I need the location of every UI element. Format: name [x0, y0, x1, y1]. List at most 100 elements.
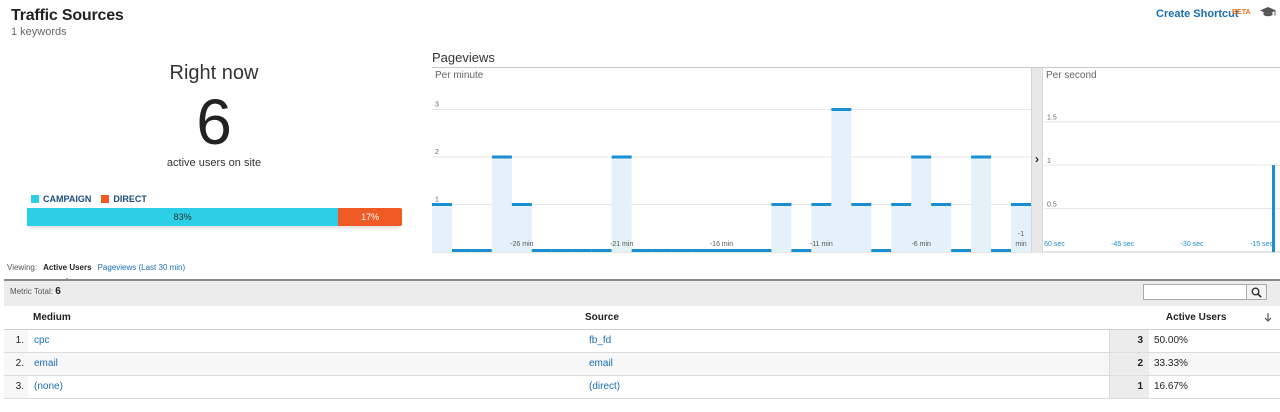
active-users-caption: active users on site — [166, 157, 262, 169]
pageviews-title: Pageviews — [432, 50, 495, 65]
source-cell: fb_fd — [585, 329, 1109, 353]
bar-fill — [971, 157, 992, 252]
bar-cap — [991, 249, 1012, 252]
metric-total-label: Metric Total: — [10, 287, 53, 296]
legend-label-direct: DIRECT — [113, 194, 147, 204]
x-tick-label: -16 min — [710, 241, 733, 248]
medium-cell: cpc — [28, 329, 585, 353]
source-header-label: Source — [585, 311, 619, 323]
tab-active-users[interactable]: Active Users — [43, 263, 92, 282]
chevron-right-icon[interactable]: › — [1030, 152, 1044, 166]
medium-header-label: Medium — [33, 311, 71, 323]
per-second-label: Per second — [1046, 70, 1097, 81]
y-tick-label: 3 — [435, 102, 439, 109]
active-users-value: 2 — [1108, 352, 1149, 376]
viewing-label: Viewing: — [7, 263, 38, 272]
y-tick-label: 0.5 — [1047, 202, 1057, 209]
bar-fill — [911, 157, 932, 252]
column-header-medium[interactable]: Medium — [4, 306, 585, 330]
right-now-title: Right now — [169, 62, 259, 84]
bar-cap — [571, 249, 592, 252]
medium-link[interactable]: email — [34, 358, 58, 369]
source-link[interactable]: (direct) — [589, 381, 620, 392]
source-link[interactable]: email — [589, 358, 613, 369]
campaign-percent: 83% — [173, 212, 192, 222]
x-tick-label-unit: min — [1015, 241, 1026, 248]
bar-cap — [731, 249, 752, 252]
active-users-percent: 16.67% — [1149, 375, 1280, 399]
bar-cap — [611, 155, 632, 159]
medium-cell: email — [28, 352, 585, 376]
y-tick-label: 1.5 — [1047, 115, 1057, 122]
bar-cap — [851, 203, 872, 206]
bar-fill — [831, 109, 852, 252]
bar-fill — [432, 204, 452, 252]
x-tick-label: -30 sec — [1181, 241, 1204, 248]
page-title: Traffic Sources — [11, 7, 124, 24]
table-row: 3. (none) (direct) 1 16.67% — [4, 375, 1280, 399]
active-users-percent: 50.00% — [1149, 329, 1280, 353]
legend-label-campaign: CAMPAIGN — [43, 194, 92, 204]
per-second-chart: 0.5 1 1.5 -60 sec -45 sec -30 sec -15 sec — [1044, 115, 1280, 253]
column-header-source[interactable]: Source — [585, 306, 1109, 330]
table-search-input[interactable] — [1143, 284, 1247, 300]
active-users-value: 1 — [1108, 375, 1149, 399]
source-link[interactable]: fb_fd — [589, 335, 611, 346]
bar-cap — [691, 249, 712, 252]
x-tick-label: -45 sec — [1111, 241, 1134, 248]
active-users-percent: 33.33% — [1149, 352, 1280, 376]
create-shortcut-link[interactable]: Create Shortcut — [1156, 8, 1239, 20]
bar-cap — [911, 155, 932, 159]
x-tick-label: -11 min — [810, 241, 833, 248]
legend-item-direct: DIRECT — [101, 194, 147, 204]
campaign-segment[interactable]: 83% — [27, 208, 339, 226]
bar-cap — [1011, 203, 1031, 206]
traffic-legend: CAMPAIGN DIRECT — [31, 194, 157, 204]
graduation-cap-icon[interactable] — [1260, 6, 1276, 18]
direct-segment[interactable]: 17% — [338, 208, 402, 226]
bar-cap — [451, 249, 472, 252]
bar-cap — [591, 249, 612, 252]
direct-percent: 17% — [361, 212, 380, 222]
active-users-header-label: Active Users — [1165, 311, 1227, 323]
x-tick-label: -6 min — [911, 241, 931, 248]
bar-cap — [951, 249, 972, 252]
x-tick-label: -15 sec — [1250, 241, 1273, 248]
per-minute-chart: 1 2 3 -26 min -21 min -16 min -11 min -6 min -1 m… — [432, 102, 1031, 253]
active-users-value: 3 — [1108, 329, 1149, 353]
bar-cap — [631, 249, 652, 252]
bar-cap — [432, 203, 452, 206]
page-subtitle: 1 keywords — [11, 26, 67, 38]
bar-fill — [771, 204, 792, 252]
bar-cap — [791, 249, 812, 252]
bar-cap — [471, 249, 492, 252]
search-button[interactable] — [1247, 284, 1267, 300]
metric-total-value: 6 — [55, 286, 61, 297]
y-tick-label: 2 — [435, 149, 439, 156]
column-header-active-users[interactable]: Active Users — [1109, 306, 1280, 330]
bar-cap — [871, 249, 892, 252]
bar-fill — [611, 157, 632, 252]
bar-fill — [931, 204, 952, 252]
legend-swatch-campaign — [31, 195, 39, 203]
traffic-sources-table: Medium Source Active Users 1. cpc fb_fd … — [4, 306, 1280, 399]
medium-link[interactable]: cpc — [34, 335, 50, 346]
bar-cap — [971, 155, 992, 159]
traffic-split-bar: 83% 17% — [27, 208, 402, 226]
arrow-down-icon[interactable] — [1264, 312, 1272, 322]
bar-fill — [891, 204, 912, 252]
medium-cell: (none) — [28, 375, 585, 399]
table-row: 1. cpc fb_fd 3 50.00% — [4, 329, 1280, 353]
bar-cap — [671, 249, 692, 252]
medium-link[interactable]: (none) — [34, 381, 63, 392]
active-users-count: 6 — [196, 86, 232, 158]
bar-cap — [551, 249, 572, 252]
bar-fill — [851, 204, 872, 252]
bar-cap — [811, 203, 832, 206]
x-tick-label: -21 min — [610, 241, 633, 248]
table-header-row: Medium Source Active Users — [4, 306, 1280, 330]
y-tick-label: 1 — [1047, 158, 1051, 165]
viewing-switcher: Viewing: Active Users Pageviews (Last 30… — [7, 263, 186, 282]
tab-pageviews-last-30[interactable]: Pageviews (Last 30 min) — [98, 263, 186, 272]
bar-cap — [751, 249, 772, 252]
